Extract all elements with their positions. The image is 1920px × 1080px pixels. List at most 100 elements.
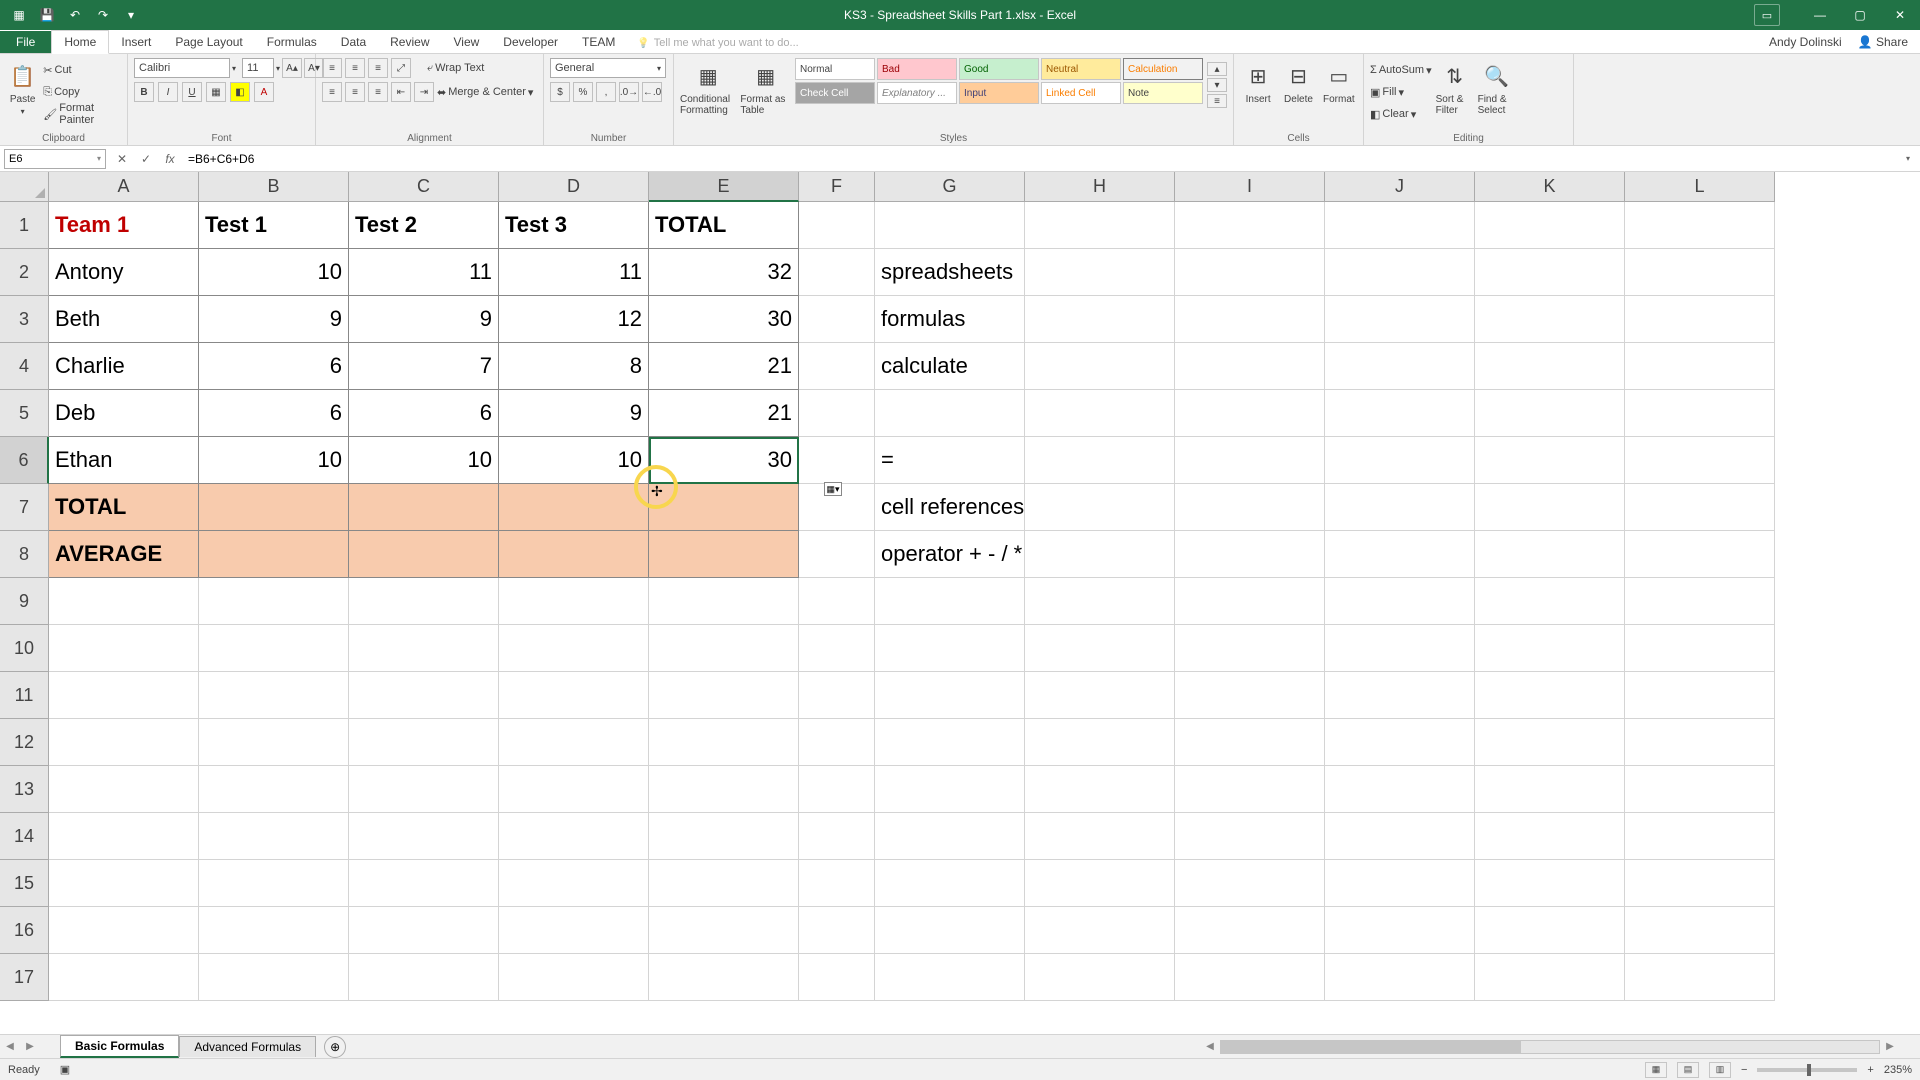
column-header-A[interactable]: A [49,172,199,202]
column-header-D[interactable]: D [499,172,649,202]
row-header-10[interactable]: 10 [0,625,49,672]
cell-H5[interactable] [1025,390,1175,437]
cell-B16[interactable] [199,907,349,954]
cell-K5[interactable] [1475,390,1625,437]
cell-J11[interactable] [1325,672,1475,719]
cell-B5[interactable]: 6 [199,390,349,437]
zoom-out-button[interactable]: − [1741,1064,1747,1076]
cell-I17[interactable] [1175,954,1325,1001]
cell-A11[interactable] [49,672,199,719]
sheet-nav-prev[interactable]: ◀ [0,1041,20,1052]
expand-formula-bar-icon[interactable]: ▾ [1896,147,1920,171]
autofill-options-icon[interactable]: ▦▾ [824,482,842,496]
font-color-button[interactable]: A [254,82,274,102]
cell-L7[interactable] [1625,484,1775,531]
cell-A7[interactable]: TOTAL [49,484,199,531]
row-header-3[interactable]: 3 [0,296,49,343]
style-neutral[interactable]: Neutral [1041,58,1121,80]
tab-view[interactable]: View [442,31,492,53]
cell-E17[interactable] [649,954,799,1001]
cell-L4[interactable] [1625,343,1775,390]
cell-E11[interactable] [649,672,799,719]
cell-H1[interactable] [1025,202,1175,249]
cell-I2[interactable] [1175,249,1325,296]
delete-cells-button[interactable]: ⊟Delete [1280,58,1316,124]
cell-J3[interactable] [1325,296,1475,343]
cell-L5[interactable] [1625,390,1775,437]
cell-E12[interactable] [649,719,799,766]
tab-file[interactable]: File [0,31,51,53]
cell-F9[interactable] [799,578,875,625]
cell-H4[interactable] [1025,343,1175,390]
cell-F1[interactable] [799,202,875,249]
column-header-G[interactable]: G [875,172,1025,202]
tab-review[interactable]: Review [378,31,441,53]
cell-H17[interactable] [1025,954,1175,1001]
font-size-select[interactable]: 11 [242,58,274,78]
cell-C7[interactable] [349,484,499,531]
zoom-in-button[interactable]: + [1867,1064,1873,1076]
increase-font-icon[interactable]: A▴ [282,58,302,78]
cell-E10[interactable] [649,625,799,672]
column-header-E[interactable]: E [649,172,799,202]
cell-D12[interactable] [499,719,649,766]
cell-B3[interactable]: 9 [199,296,349,343]
cell-B9[interactable] [199,578,349,625]
cell-J8[interactable] [1325,531,1475,578]
cell-G4[interactable]: calculate [875,343,1025,390]
cell-I15[interactable] [1175,860,1325,907]
row-header-13[interactable]: 13 [0,766,49,813]
cell-H7[interactable] [1025,484,1175,531]
zoom-level[interactable]: 235% [1884,1064,1912,1076]
normal-view-icon[interactable]: ▦ [1645,1062,1667,1078]
horizontal-scrollbar[interactable]: ◀▶ [1200,1039,1900,1055]
cell-K12[interactable] [1475,719,1625,766]
cell-F2[interactable] [799,249,875,296]
format-painter-button[interactable]: 🖌 Format Painter [43,104,121,124]
row-header-16[interactable]: 16 [0,907,49,954]
cell-A12[interactable] [49,719,199,766]
cell-A6[interactable]: Ethan [49,437,199,484]
styles-more[interactable]: ≡ [1207,94,1227,108]
cell-H10[interactable] [1025,625,1175,672]
cell-A5[interactable]: Deb [49,390,199,437]
cell-G14[interactable] [875,813,1025,860]
tell-me[interactable]: Tell me what you want to do... [627,33,808,53]
cell-D11[interactable] [499,672,649,719]
cell-G13[interactable] [875,766,1025,813]
cell-C3[interactable]: 9 [349,296,499,343]
cell-K13[interactable] [1475,766,1625,813]
fill-color-button[interactable]: ◧ [230,82,250,102]
cell-H9[interactable] [1025,578,1175,625]
decrease-indent-icon[interactable]: ⇤ [391,82,411,102]
comma-format-icon[interactable]: , [596,82,616,102]
cell-F17[interactable] [799,954,875,1001]
cell-L16[interactable] [1625,907,1775,954]
cell-D7[interactable] [499,484,649,531]
cell-J6[interactable] [1325,437,1475,484]
autosum-button[interactable]: Σ AutoSum ▾ [1370,60,1432,80]
cell-L12[interactable] [1625,719,1775,766]
style-input[interactable]: Input [959,82,1039,104]
column-header-J[interactable]: J [1325,172,1475,202]
cell-C13[interactable] [349,766,499,813]
cell-I10[interactable] [1175,625,1325,672]
cell-B8[interactable] [199,531,349,578]
row-header-7[interactable]: 7 [0,484,49,531]
cell-D13[interactable] [499,766,649,813]
cell-F14[interactable] [799,813,875,860]
cell-K16[interactable] [1475,907,1625,954]
style-normal[interactable]: Normal [795,58,875,80]
cell-J9[interactable] [1325,578,1475,625]
cell-E13[interactable] [649,766,799,813]
cell-A8[interactable]: AVERAGE [49,531,199,578]
cell-G3[interactable]: formulas [875,296,1025,343]
cell-H15[interactable] [1025,860,1175,907]
cell-K17[interactable] [1475,954,1625,1001]
new-sheet-button[interactable]: ⊕ [324,1036,346,1058]
cell-F4[interactable] [799,343,875,390]
page-break-view-icon[interactable]: ▥ [1709,1062,1731,1078]
cell-D8[interactable] [499,531,649,578]
cell-H12[interactable] [1025,719,1175,766]
cell-B13[interactable] [199,766,349,813]
